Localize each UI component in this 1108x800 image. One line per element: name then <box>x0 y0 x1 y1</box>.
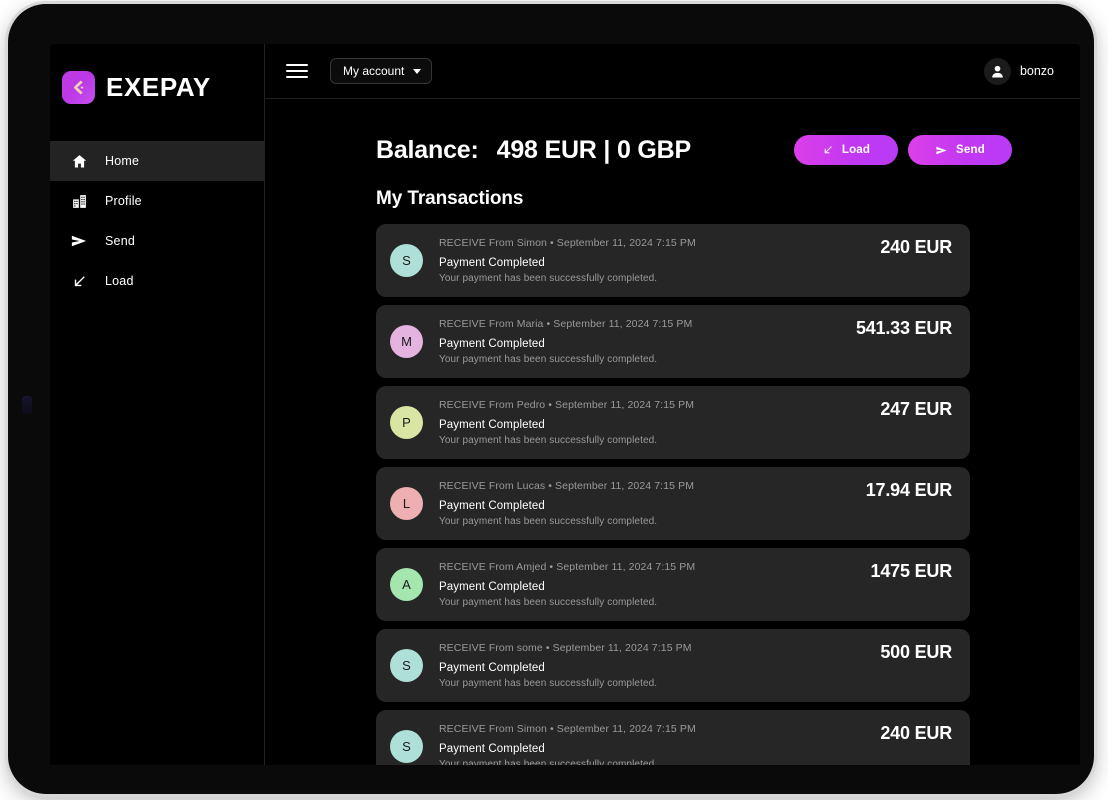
send-button-label: Send <box>956 144 985 156</box>
balance-row: Balance: 498 EUR | 0 GBP Load Send <box>264 99 1080 165</box>
chevron-down-icon <box>413 68 422 74</box>
brand-name: EXEPAY <box>106 71 211 102</box>
user-menu[interactable]: bonzo <box>983 57 1054 85</box>
transaction-meta: RECEIVE From Simon • September 11, 2024 … <box>439 723 696 735</box>
avatar: A <box>390 568 423 601</box>
transaction-details: RECEIVE From Simon • September 11, 2024 … <box>439 237 868 284</box>
transaction-details: RECEIVE From Simon • September 11, 2024 … <box>439 723 868 765</box>
balance-label: Balance: <box>376 135 479 164</box>
transaction-row[interactable]: M RECEIVE From Maria • September 11, 2024… <box>376 305 970 378</box>
device-frame: EXEPAY Home Profile Send Load My account… <box>8 4 1094 794</box>
sidebar-item-label: Send <box>105 234 135 248</box>
device-sensor <box>22 396 32 414</box>
status-badge: Payment Completed <box>439 581 545 593</box>
home-icon <box>70 152 88 170</box>
transaction-row[interactable]: S RECEIVE From Simon • September 11, 2024… <box>376 224 970 297</box>
sidebar-item-home[interactable]: Home <box>50 141 264 181</box>
app-screen: EXEPAY Home Profile Send Load My account… <box>50 44 1080 765</box>
transaction-amount: 17.94 EUR <box>865 480 952 500</box>
transaction-details: RECEIVE From Lucas • September 11, 2024 … <box>439 480 854 527</box>
transaction-details: RECEIVE From Pedro • September 11, 2024 … <box>439 399 868 446</box>
transaction-description: Your payment has been successfully compl… <box>439 759 658 765</box>
transaction-description: Your payment has been successfully compl… <box>439 354 658 365</box>
sidebar-item-label: Profile <box>105 194 142 208</box>
transaction-row[interactable]: P RECEIVE From Pedro • September 11, 2024… <box>376 386 970 459</box>
load-button-label: Load <box>841 144 871 156</box>
brand-logo[interactable]: EXEPAY <box>50 44 264 130</box>
user-name: bonzo <box>1019 64 1054 78</box>
transaction-details: RECEIVE From Maria • September 11, 2024 … <box>439 318 844 365</box>
topbar: My account bonzo <box>264 44 1080 99</box>
transaction-description: Your payment has been successfully compl… <box>439 597 658 608</box>
sidebar-item-load[interactable]: Load <box>50 261 264 301</box>
send-arrow-icon <box>70 232 88 250</box>
status-badge: Payment Completed <box>439 419 545 431</box>
sidebar-nav: Home Profile Send Load <box>50 130 264 301</box>
transaction-description: Your payment has been successfully compl… <box>439 435 658 446</box>
load-button[interactable]: Load <box>794 135 898 165</box>
transaction-amount: 500 EUR <box>880 642 952 662</box>
avatar: S <box>390 244 423 277</box>
account-dropdown[interactable]: My account <box>330 58 433 84</box>
transaction-amount: 247 EUR <box>880 399 952 419</box>
send-button[interactable]: Send <box>908 135 1012 165</box>
avatar: S <box>390 649 423 682</box>
sidebar-item-send[interactable]: Send <box>50 221 264 261</box>
main-content: Balance: 498 EUR | 0 GBP Load Send My Tr… <box>264 99 1080 765</box>
transaction-row[interactable]: S RECEIVE From Simon • September 11, 2024… <box>376 710 970 765</box>
status-badge: Payment Completed <box>439 338 545 350</box>
transaction-amount: 1475 EUR <box>870 561 953 581</box>
transaction-description: Your payment has been successfully compl… <box>439 516 658 527</box>
status-badge: Payment Completed <box>439 500 545 512</box>
transaction-description: Your payment has been successfully compl… <box>439 273 658 284</box>
transaction-row[interactable]: S RECEIVE From some • September 11, 2024 … <box>376 629 970 702</box>
transaction-amount: 240 EUR <box>880 723 952 743</box>
building-icon <box>70 192 88 210</box>
transaction-row[interactable]: L RECEIVE From Lucas • September 11, 2024… <box>376 467 970 540</box>
status-badge: Payment Completed <box>439 662 545 674</box>
avatar: L <box>390 487 423 520</box>
balance-value: 498 EUR | 0 GBP <box>496 135 692 164</box>
avatar <box>983 57 1011 85</box>
arrow-down-left-icon <box>822 144 834 156</box>
avatar: S <box>390 730 423 763</box>
transaction-meta: RECEIVE From Amjed • September 11, 2024 … <box>439 561 696 573</box>
status-badge: Payment Completed <box>439 743 545 755</box>
page-title: My Transactions <box>376 188 524 209</box>
avatar: P <box>390 406 423 439</box>
transaction-list: S RECEIVE From Simon • September 11, 2024… <box>376 224 970 765</box>
transaction-description: Your payment has been successfully compl… <box>439 678 658 689</box>
exepay-arrow-logo-icon <box>62 70 95 104</box>
arrow-down-left-icon <box>70 272 88 290</box>
transaction-meta: RECEIVE From Maria • September 11, 2024 … <box>439 318 693 330</box>
transaction-row[interactable]: A RECEIVE From Amjed • September 11, 2024… <box>376 548 970 621</box>
send-arrow-icon <box>935 144 948 157</box>
transaction-meta: RECEIVE From some • September 11, 2024 7… <box>439 642 692 654</box>
transaction-meta: RECEIVE From Pedro • September 11, 2024 … <box>439 399 695 411</box>
status-badge: Payment Completed <box>439 257 545 269</box>
transaction-amount: 240 EUR <box>880 237 952 257</box>
transaction-amount: 541.33 EUR <box>855 318 952 338</box>
action-buttons: Load Send <box>794 135 1012 165</box>
transaction-meta: RECEIVE From Lucas • September 11, 2024 … <box>439 480 695 492</box>
avatar: M <box>390 325 423 358</box>
sidebar-item-label: Load <box>105 274 134 288</box>
sidebar-item-label: Home <box>105 154 140 168</box>
sidebar: EXEPAY Home Profile Send Load <box>50 44 265 765</box>
transaction-meta: RECEIVE From Simon • September 11, 2024 … <box>439 237 696 249</box>
sidebar-item-profile[interactable]: Profile <box>50 181 264 221</box>
transaction-details: RECEIVE From Amjed • September 11, 2024 … <box>439 561 859 608</box>
account-dropdown-label: My account <box>343 64 405 78</box>
transaction-details: RECEIVE From some • September 11, 2024 7… <box>439 642 868 689</box>
hamburger-menu-icon[interactable] <box>286 60 308 82</box>
